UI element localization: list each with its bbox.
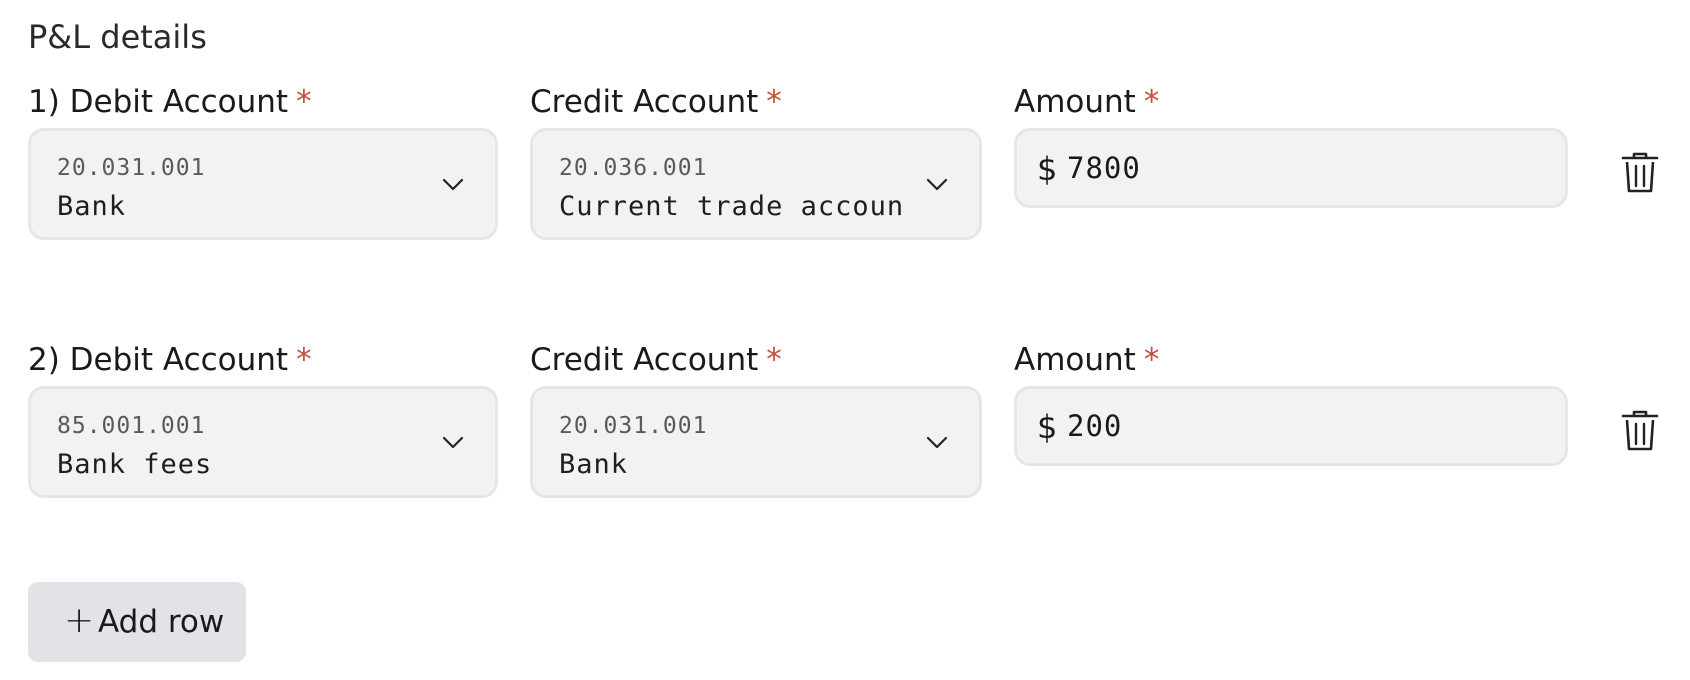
trash-icon[interactable] (1620, 408, 1660, 452)
amount-input[interactable]: $ 200 (1014, 386, 1568, 466)
debit-account-code: 20.031.001 (57, 155, 206, 181)
debit-account-label-text: 2) Debit Account (28, 342, 289, 378)
debit-account-name: Bank fees (57, 449, 213, 480)
required-mark: * (766, 342, 782, 378)
required-mark: * (296, 342, 312, 378)
required-mark: * (1143, 84, 1160, 120)
amount-value: 200 (1067, 409, 1123, 443)
amount-label-text: Amount (1014, 342, 1136, 378)
entry-row-1: 1) Debit Account * Credit Account * Amount… (28, 84, 1668, 244)
required-mark: * (1143, 342, 1160, 378)
credit-account-code: 20.036.001 (559, 155, 708, 181)
currency-symbol: $ (1037, 408, 1058, 446)
debit-account-select[interactable]: 85.001.001 Bank fees (28, 386, 498, 498)
amount-label: Amount * (1014, 342, 1159, 378)
credit-account-code: 20.031.001 (559, 413, 708, 439)
amount-value: 7800 (1067, 151, 1141, 185)
amount-input[interactable]: $ 7800 (1014, 128, 1568, 208)
amount-label-text: Amount (1014, 84, 1136, 120)
credit-account-select[interactable]: 20.036.001 Current trade accoun (530, 128, 982, 240)
credit-account-label: Credit Account * (530, 342, 782, 378)
amount-label: Amount * (1014, 84, 1159, 120)
debit-account-select[interactable]: 20.031.001 Bank (28, 128, 498, 240)
debit-account-name: Bank (57, 191, 127, 222)
debit-account-label: 2) Debit Account * (28, 342, 312, 378)
add-row-button[interactable]: + Add row (28, 582, 246, 662)
chevron-down-icon (442, 178, 464, 191)
credit-account-label: Credit Account * (530, 84, 782, 120)
credit-account-name: Current trade accoun (559, 191, 905, 222)
chevron-down-icon (926, 178, 948, 191)
credit-account-select[interactable]: 20.031.001 Bank (530, 386, 982, 498)
credit-account-name: Bank (559, 449, 629, 480)
plus-icon: + (64, 600, 95, 641)
debit-account-label-text: 1) Debit Account (28, 84, 289, 120)
required-mark: * (296, 84, 312, 120)
section-title: P&L details (28, 18, 207, 56)
chevron-down-icon (442, 436, 464, 449)
entry-row-2: 2) Debit Account * Credit Account * Amount… (28, 342, 1668, 502)
currency-symbol: $ (1037, 150, 1058, 188)
debit-account-label: 1) Debit Account * (28, 84, 312, 120)
chevron-down-icon (926, 436, 948, 449)
add-row-label: Add row (98, 604, 225, 640)
required-mark: * (766, 84, 782, 120)
credit-account-label-text: Credit Account (530, 84, 759, 120)
trash-icon[interactable] (1620, 150, 1660, 194)
debit-account-code: 85.001.001 (57, 413, 206, 439)
credit-account-label-text: Credit Account (530, 342, 759, 378)
